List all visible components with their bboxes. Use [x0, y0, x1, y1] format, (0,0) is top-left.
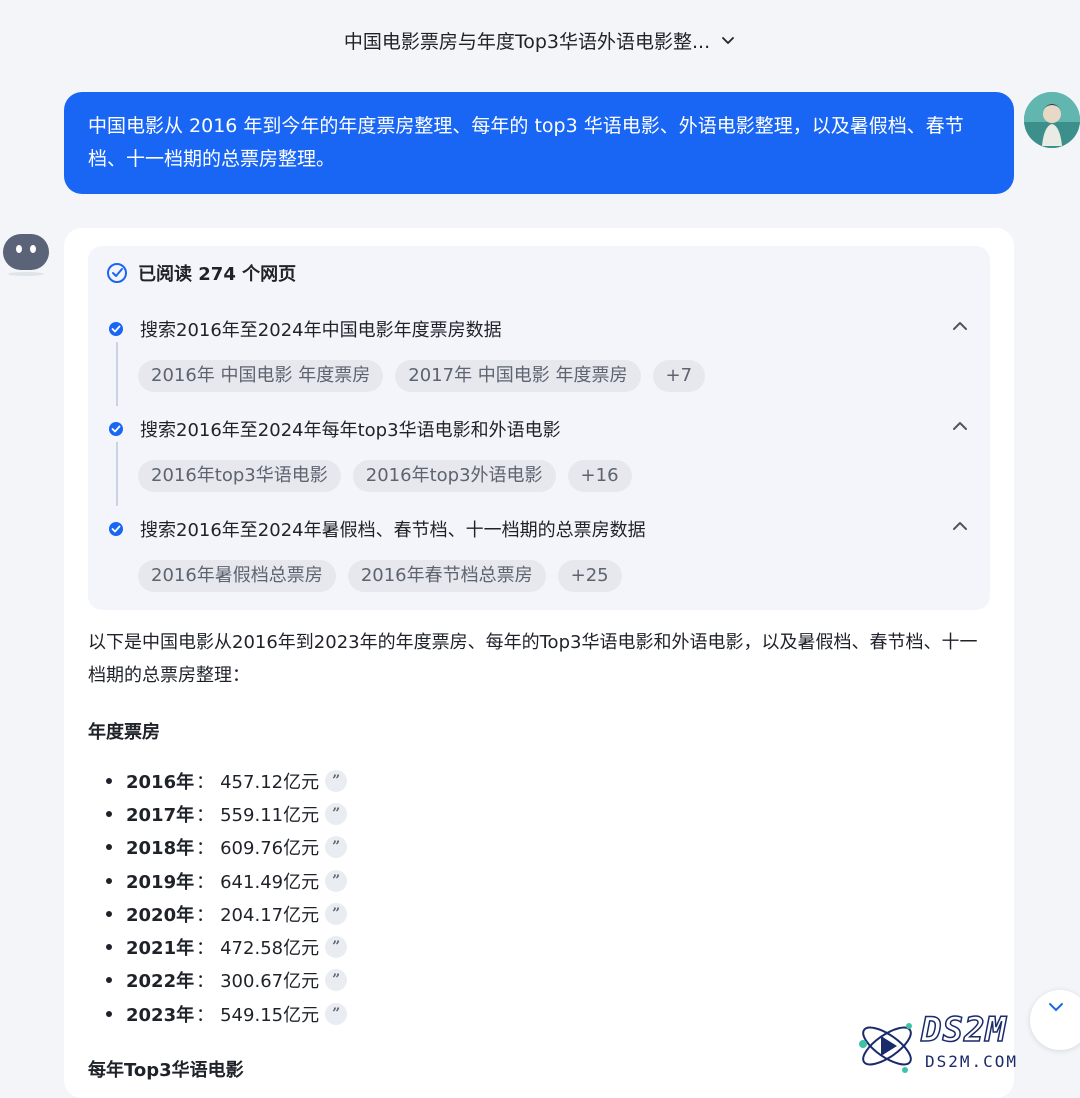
watermark-url: DS2M.COM — [925, 1052, 1019, 1071]
search-step-1[interactable]: 搜索2016年至2024年中国电影年度票房数据 — [108, 316, 970, 342]
read-pages-header[interactable]: 已阅读 274 个网页 — [106, 260, 296, 286]
bullet-dot — [106, 844, 112, 851]
box-office-value: 559.11亿元 — [220, 804, 320, 826]
search-step-label: 搜索2016年至2024年中国电影年度票房数据 — [140, 320, 502, 341]
source-chips-2: 2016年top3华语电影 2016年top3外语电影 +16 — [138, 460, 632, 492]
bullet-dot — [106, 910, 112, 917]
box-office-value: 472.58亿元 — [220, 938, 320, 960]
year-label: 2021年 — [126, 938, 195, 960]
source-chip[interactable]: 2016年暑假档总票房 — [138, 560, 336, 592]
watermark-brand: DS2M — [920, 1009, 1007, 1051]
step-check-icon — [109, 322, 123, 336]
more-sources-chip[interactable]: +25 — [557, 560, 622, 592]
chevron-up-icon[interactable] — [950, 316, 970, 336]
sources-panel: 已阅读 274 个网页 搜索2016年至2024年中国电影年度票房数据 2016… — [88, 246, 990, 610]
atom-logo-icon — [859, 1023, 912, 1073]
chevron-up-icon[interactable] — [950, 416, 970, 436]
citation-icon[interactable]: ” — [325, 969, 348, 992]
box-office-value: 641.49亿元 — [220, 871, 320, 893]
year-label: 2018年 — [126, 838, 195, 860]
bullet-dot — [106, 944, 112, 951]
search-step-2[interactable]: 搜索2016年至2024年每年top3华语电影和外语电影 — [108, 416, 970, 442]
source-chip[interactable]: 2016年春节档总票房 — [347, 560, 546, 592]
annual-box-office-list: 2016年： 457.12亿元” 2017年： 559.11亿元” 2018年： 609.… — [106, 764, 348, 1030]
source-chips-1: 2016年 中国电影 年度票房 2017年 中国电影 年度票房 +7 — [138, 360, 706, 392]
list-item: 2018年： 609.76亿元” — [106, 831, 348, 864]
year-label: 2023年 — [126, 1004, 195, 1026]
box-office-value: 549.15亿元 — [220, 1004, 320, 1026]
separator: ： — [196, 804, 215, 826]
separator: ： — [196, 904, 215, 926]
source-chip[interactable]: 2016年top3华语电影 — [138, 460, 341, 492]
step-check-icon — [109, 522, 123, 536]
separator: ： — [196, 771, 215, 793]
source-chip[interactable]: 2016年top3外语电影 — [352, 460, 556, 492]
box-office-value: 609.76亿元 — [220, 838, 320, 860]
year-label: 2017年 — [126, 804, 195, 826]
step-check-icon — [109, 422, 123, 436]
more-sources-chip[interactable]: +16 — [567, 460, 632, 492]
box-office-value: 457.12亿元 — [220, 771, 320, 793]
separator: ： — [196, 1004, 215, 1026]
citation-icon[interactable]: ” — [325, 936, 348, 959]
year-label: 2020年 — [126, 904, 195, 926]
separator: ： — [196, 938, 215, 960]
bullet-dot — [106, 1010, 112, 1017]
year-label: 2022年 — [126, 971, 195, 993]
section-heading: 每年Top3华语电影 — [88, 1060, 244, 1081]
user-message-bubble: 中国电影从 2016 年到今年的年度票房整理、每年的 top3 华语电影、外语电… — [64, 92, 1014, 194]
section-heading: 年度票房 — [88, 722, 160, 743]
citation-icon[interactable]: ” — [325, 1002, 348, 1025]
user-avatar-image — [1024, 92, 1080, 148]
assistant-avatar-icon — [3, 234, 49, 276]
list-item: 2017年： 559.11亿元” — [106, 797, 348, 830]
check-circle-icon — [107, 263, 127, 283]
list-item: 2020年： 204.17亿元” — [106, 897, 348, 930]
bullet-dot — [106, 777, 112, 784]
step-connector — [116, 342, 118, 406]
citation-icon[interactable]: ” — [325, 836, 348, 859]
bullet-dot — [106, 810, 112, 817]
bullet-dot — [106, 877, 112, 884]
more-sources-chip[interactable]: +7 — [652, 360, 706, 392]
list-item: 2016年： 457.12亿元” — [106, 764, 348, 797]
search-step-3[interactable]: 搜索2016年至2024年暑假档、春节档、十一档期的总票房数据 — [108, 516, 970, 542]
conversation-title: 中国电影票房与年度Top3华语外语电影整... — [343, 30, 711, 53]
box-office-value: 204.17亿元 — [220, 904, 320, 926]
search-step-label: 搜索2016年至2024年每年top3华语电影和外语电影 — [140, 420, 561, 441]
year-label: 2016年 — [126, 771, 195, 793]
user-message-text: 中国电影从 2016 年到今年的年度票房整理、每年的 top3 华语电影、外语电… — [88, 115, 964, 170]
citation-icon[interactable]: ” — [325, 869, 348, 892]
citation-icon[interactable]: ” — [325, 769, 348, 792]
list-item: 2021年： 472.58亿元” — [106, 930, 348, 963]
list-item: 2019年： 641.49亿元” — [106, 864, 348, 897]
chevron-up-icon[interactable] — [950, 516, 970, 536]
citation-icon[interactable]: ” — [325, 802, 348, 825]
box-office-value: 300.67亿元 — [220, 971, 320, 993]
bullet-dot — [106, 977, 112, 984]
separator: ： — [196, 838, 215, 860]
read-pages-label: 已阅读 274 个网页 — [138, 264, 297, 285]
answer-intro: 以下是中国电影从2016年到2023年的年度票房、每年的Top3华语电影和外语电… — [88, 632, 978, 686]
source-chip[interactable]: 2017年 中国电影 年度票房 — [395, 360, 641, 392]
source-chips-3: 2016年暑假档总票房 2016年春节档总票房 +25 — [138, 560, 622, 592]
separator: ： — [196, 971, 215, 993]
separator: ： — [196, 871, 215, 893]
chevron-down-icon[interactable] — [720, 32, 736, 48]
year-label: 2019年 — [126, 871, 195, 893]
conversation-title-bar[interactable]: 中国电影票房与年度Top3华语外语电影整... — [0, 0, 1080, 80]
citation-icon[interactable]: ” — [325, 902, 348, 925]
source-chip[interactable]: 2016年 中国电影 年度票房 — [138, 360, 384, 392]
user-avatar[interactable] — [1024, 92, 1080, 148]
list-item: 2022年： 300.67亿元” — [106, 964, 348, 997]
step-connector — [116, 442, 118, 506]
list-item: 2023年： 549.15亿元” — [106, 997, 348, 1030]
watermark-logo: DS2M DS2M.COM — [855, 1009, 1075, 1080]
search-step-label: 搜索2016年至2024年暑假档、春节档、十一档期的总票房数据 — [140, 520, 646, 541]
